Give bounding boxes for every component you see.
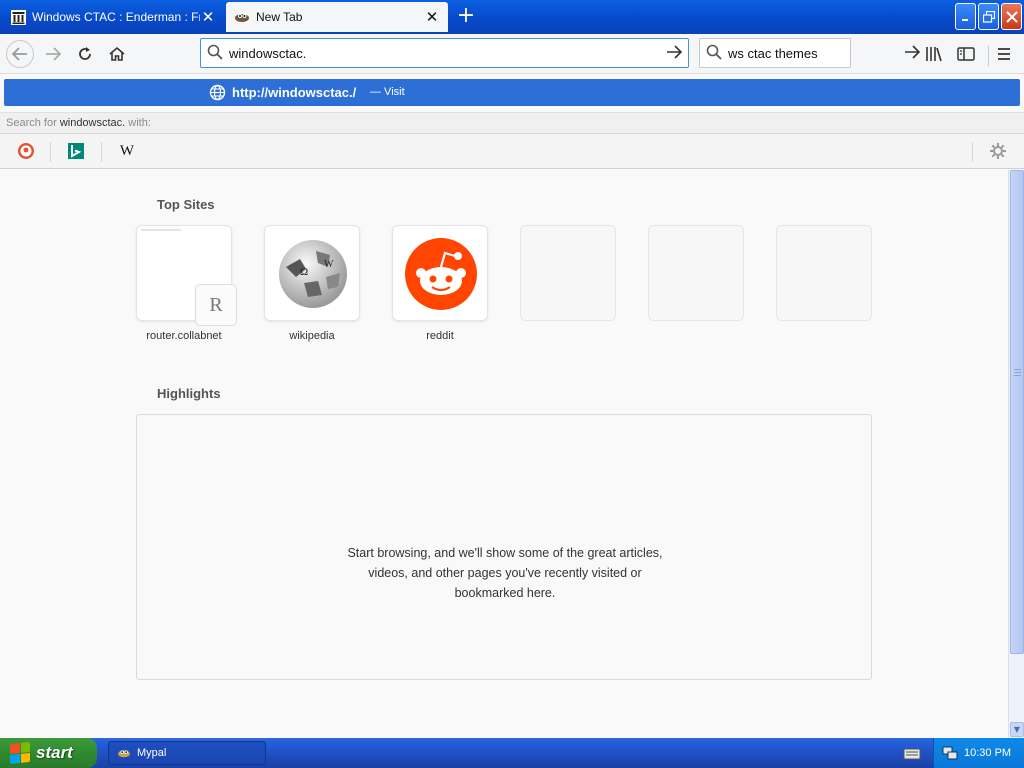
museum-icon	[10, 9, 26, 25]
empty-top-site-tile[interactable]	[776, 225, 872, 321]
new-tab-plus-icon[interactable]: +	[452, 4, 480, 30]
scrollbar-thumb[interactable]	[1010, 170, 1024, 654]
reddit-icon	[404, 237, 478, 314]
wikipedia-icon[interactable]: W	[115, 140, 139, 162]
toolbar-divider	[988, 46, 989, 66]
sidebar-icon[interactable]	[952, 40, 980, 68]
minimize-icon[interactable]	[955, 3, 976, 30]
top-site-tile[interactable]: R	[136, 225, 237, 326]
tab-label: New Tab	[256, 10, 303, 24]
search-for-suffix: with:	[128, 117, 151, 129]
search-icon	[207, 44, 223, 63]
suggestion-url: http://windowsctac./	[232, 85, 357, 100]
highlights-message-line: videos, and other pages you've recently …	[368, 566, 642, 580]
vertical-scrollbar[interactable]: ▼	[1008, 170, 1024, 738]
globe-icon	[209, 84, 226, 101]
scroll-down-arrow-icon[interactable]: ▼	[1010, 722, 1024, 737]
tab-label: Windows CTAC : Enderman : Free	[32, 10, 200, 24]
close-icon[interactable]: ✕	[200, 8, 216, 26]
url-bar[interactable]	[200, 38, 689, 68]
home-icon[interactable]	[103, 40, 131, 68]
forward-arrow-icon[interactable]	[39, 40, 67, 68]
highlights-message-line: Start browsing, and we'll show some of t…	[347, 546, 663, 560]
top-site-label[interactable]: wikipedia	[264, 330, 360, 342]
library-icon[interactable]	[920, 40, 948, 68]
svg-text:Ω: Ω	[300, 266, 308, 278]
duckduckgo-icon[interactable]	[14, 140, 38, 162]
url-suggestion-row[interactable]: http://windowsctac./ — Visit	[4, 79, 1020, 106]
close-icon[interactable]: ✕	[424, 8, 440, 26]
taskbar: start Mypal 10:30 PM	[0, 738, 1024, 768]
new-tab-page: Top Sites R router.collabnet ΩW wikipedi…	[0, 170, 1008, 738]
one-off-search-engines: W	[0, 134, 1024, 169]
search-bar[interactable]	[699, 38, 921, 68]
go-arrow-icon[interactable]	[666, 44, 683, 62]
wikipedia-globe-icon: ΩW	[276, 237, 350, 314]
system-tray: 10:30 PM	[933, 738, 1024, 768]
network-icon[interactable]	[942, 745, 958, 761]
start-button[interactable]: start	[0, 738, 97, 768]
suggestion-visit: — Visit	[370, 86, 405, 98]
window-close-icon[interactable]	[1001, 3, 1022, 30]
taskbar-item-mypal[interactable]: Mypal	[108, 741, 266, 765]
reload-icon[interactable]	[71, 40, 99, 68]
search-for-prefix: Search for	[6, 117, 57, 129]
top-site-tile[interactable]: ΩW	[264, 225, 360, 321]
navigation-toolbar	[0, 34, 1024, 74]
top-site-label[interactable]: reddit	[392, 330, 488, 342]
menu-icon[interactable]	[990, 40, 1018, 68]
search-for-label: Search for windowsctac. with:	[0, 112, 1024, 134]
tab-bar: Windows CTAC : Enderman : Free ✕ New Tab…	[0, 0, 1024, 34]
search-input[interactable]	[728, 45, 904, 61]
engine-divider	[972, 142, 973, 162]
mypal-icon	[117, 747, 131, 759]
svg-text:W: W	[324, 259, 334, 270]
engine-divider	[50, 142, 51, 162]
go-arrow-icon[interactable]	[904, 44, 921, 62]
taskbar-item-label: Mypal	[137, 747, 167, 759]
engine-divider	[101, 142, 102, 162]
start-label: start	[36, 743, 73, 762]
mypal-icon	[234, 9, 250, 25]
bing-icon[interactable]	[64, 140, 88, 162]
settings-gear-icon[interactable]	[986, 140, 1010, 162]
page-thumbnail	[141, 229, 181, 231]
search-icon	[706, 44, 722, 63]
url-input[interactable]	[229, 45, 666, 61]
highlights-empty-message: Start browsing, and we'll show some of t…	[297, 543, 713, 603]
empty-top-site-tile[interactable]	[648, 225, 744, 321]
back-arrow-icon[interactable]	[6, 40, 34, 68]
clock[interactable]: 10:30 PM	[964, 747, 1011, 759]
top-site-label[interactable]: router.collabnet	[136, 330, 232, 342]
site-letter-badge: R	[195, 284, 237, 326]
windows-flag-icon	[10, 741, 30, 765]
search-for-query: windowsctac.	[59, 117, 126, 129]
tab-windows-ctac[interactable]: Windows CTAC : Enderman : Free ✕	[2, 2, 224, 32]
top-sites-title: Top Sites	[157, 197, 215, 212]
highlights-empty-panel: Start browsing, and we'll show some of t…	[136, 414, 872, 680]
highlights-message-line: bookmarked here.	[454, 586, 556, 600]
keyboard-icon[interactable]	[903, 746, 921, 760]
restore-icon[interactable]	[978, 3, 999, 30]
top-site-tile[interactable]	[392, 225, 488, 321]
highlights-title: Highlights	[157, 386, 221, 401]
tab-new-tab[interactable]: New Tab ✕	[226, 2, 448, 32]
empty-top-site-tile[interactable]	[520, 225, 616, 321]
